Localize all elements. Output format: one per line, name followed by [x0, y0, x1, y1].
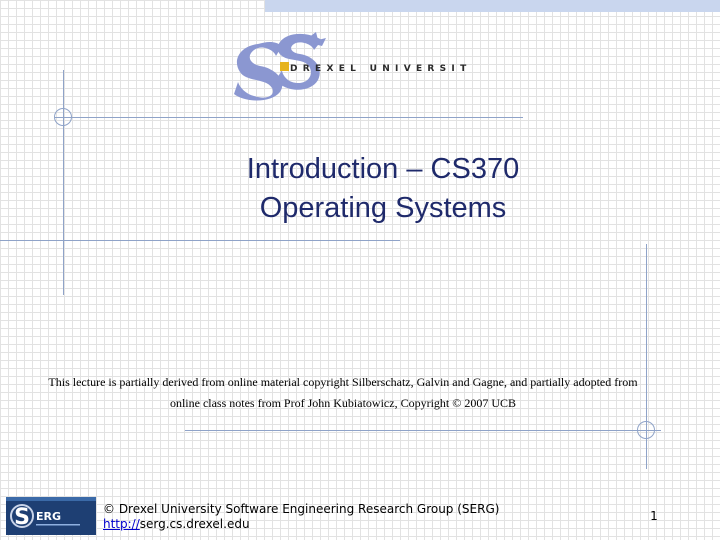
svg-text:ERG: ERG	[36, 510, 61, 523]
credit-note: This lecture is partially derived from o…	[40, 372, 646, 414]
slide-title: Introduction – CS370 Operating Systems	[150, 150, 616, 228]
svg-text:S: S	[14, 505, 30, 530]
serg-logo-icon: S ERG	[6, 497, 96, 535]
credit-line-2: online class notes from Prof John Kubiat…	[169, 396, 517, 410]
credit-line-1: This lecture is partially derived from o…	[48, 375, 638, 389]
page-number: 1	[650, 509, 658, 523]
left-vertical-rule	[63, 70, 64, 295]
link-prefix: http://	[103, 517, 140, 531]
drexel-logo: DREXEL UNIVERSITY	[230, 32, 478, 102]
lower-horizontal-rule	[185, 430, 661, 431]
upper-rule-ornament	[54, 108, 72, 126]
top-accent-bar	[265, 0, 720, 12]
title-line-2: Operating Systems	[259, 192, 507, 224]
serg-logo: S ERG	[6, 497, 96, 535]
lower-rule-ornament	[637, 421, 655, 439]
serg-website-link[interactable]: http://	[103, 517, 140, 531]
footer-copyright: © Drexel University Software Engineering…	[103, 502, 500, 516]
mid-horizontal-rule	[0, 240, 400, 241]
drexel-dragon-icon: DREXEL UNIVERSITY	[234, 32, 478, 101]
footer-link-line: http://serg.cs.drexel.edu	[103, 517, 499, 532]
upper-horizontal-rule	[55, 117, 523, 118]
footer-credit: © Drexel University Software Engineering…	[103, 502, 499, 532]
title-line-1: Introduction – CS370	[246, 153, 520, 185]
svg-text:DREXEL UNIVERSITY: DREXEL UNIVERSITY	[290, 64, 470, 74]
link-rest: serg.cs.drexel.edu	[139, 517, 250, 531]
